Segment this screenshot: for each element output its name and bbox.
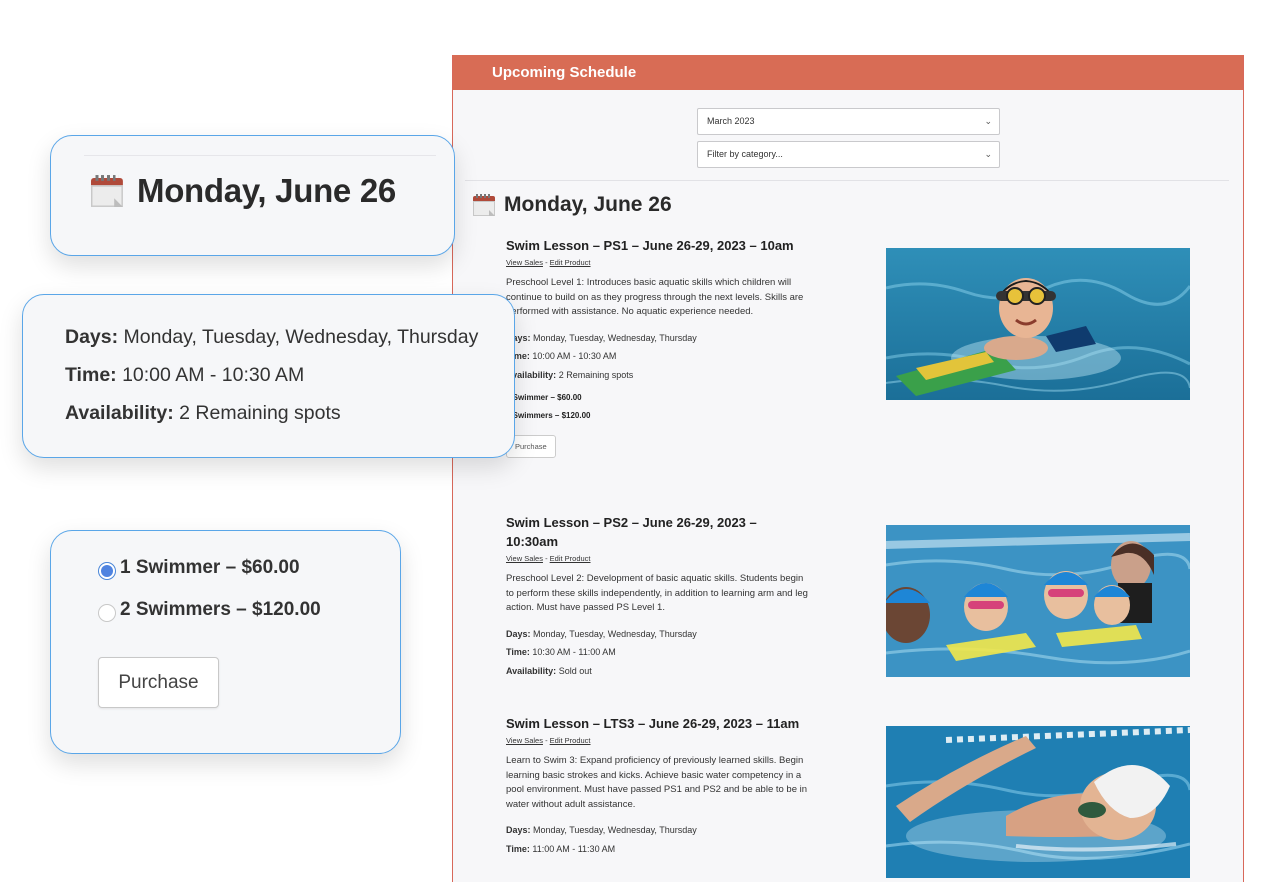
lesson-ps2: Swim Lesson – PS2 – June 26-29, 2023 – 1… [506,513,811,680]
lesson-title: Swim Lesson – PS2 – June 26-29, 2023 – 1… [506,515,757,549]
chevron-down-icon: ⌄ [984,116,992,126]
option-1-swimmer[interactable]: 1 Swimmer – $60.00 [506,389,811,407]
schedule-panel: Upcoming Schedule March 2023 ⌄ Filter by… [452,55,1244,882]
lesson-meta: Days: Monday, Tuesday, Wednesday, Thursd… [506,332,697,380]
purchase-button[interactable]: Purchase [98,657,219,708]
lesson-availability: Sold out [558,665,592,676]
admin-links: View Sales - Edit Product [506,258,591,267]
callout-days: Days: Monday, Tuesday, Wednesday, Thursd… [65,326,479,348]
day-title: Monday, June 26 [504,193,672,216]
callout-time: Time: 10:00 AM - 10:30 AM [65,364,305,386]
lesson-title: Swim Lesson – PS1 – June 26-29, 2023 – 1… [506,238,794,253]
option-1-swimmer[interactable]: 1 Swimmer – $60.00 [98,547,400,589]
edit-product-link[interactable]: Edit Product [550,258,591,267]
date-callout-card: Monday, June 26 [50,135,455,256]
chevron-down-icon: ⌄ [984,149,992,159]
lesson-days: Monday, Tuesday, Wednesday, Thursday [533,332,697,343]
lesson-time: 10:00 AM - 10:30 AM [532,351,617,361]
lesson-description: Preschool Level 1: Introduces basic aqua… [506,277,804,317]
view-sales-link[interactable]: View Sales [506,554,543,563]
info-callout-card: Days: Monday, Tuesday, Wednesday, Thursd… [22,294,515,458]
option-2-swimmers[interactable]: 2 Swimmers – $120.00 [506,407,811,425]
day-heading: Monday, June 26 [473,192,672,218]
radio-unchecked[interactable] [98,604,116,622]
lesson-meta: Days: Monday, Tuesday, Wednesday, Thursd… [506,628,697,676]
panel-header: Upcoming Schedule [453,55,1243,90]
lesson-time: 10:30 AM - 11:00 AM [532,647,616,657]
lesson-photo-ps1 [886,248,1190,400]
month-select[interactable]: March 2023 ⌄ [697,108,1000,135]
lesson-days: Monday, Tuesday, Wednesday, Thursday [533,825,697,835]
radio-checked[interactable] [98,562,116,580]
lesson-availability: 2 Remaining spots [558,369,634,380]
view-sales-link[interactable]: View Sales [506,736,543,745]
edit-product-link[interactable]: Edit Product [550,736,591,745]
lesson-photo-lts3 [886,726,1190,878]
lesson-photo-ps2 [886,525,1190,677]
edit-product-link[interactable]: Edit Product [550,554,591,563]
divider [84,155,436,156]
month-select-value: March 2023 [707,116,755,126]
option-2-swimmers[interactable]: 2 Swimmers – $120.00 [98,589,400,631]
calendar-icon [91,175,123,207]
lesson-meta: Days: Monday, Tuesday, Wednesday, Thursd… [506,825,697,854]
lesson-ps1: Swim Lesson – PS1 – June 26-29, 2023 – 1… [506,236,811,458]
calendar-icon [473,194,495,216]
admin-links: View Sales - Edit Product [506,554,591,563]
callout-day-title: Monday, June 26 [137,172,396,209]
callout-availability: Availability: 2 Remaining spots [65,402,341,424]
lesson-days: Monday, Tuesday, Wednesday, Thursday [533,628,697,639]
purchase-callout-card: 1 Swimmer – $60.00 2 Swimmers – $120.00 … [50,530,401,754]
lesson-time: 11:00 AM - 11:30 AM [532,843,616,854]
admin-links: View Sales - Edit Product [506,736,591,745]
lesson-title: Swim Lesson – LTS3 – June 26-29, 2023 – … [506,716,800,731]
category-select[interactable]: Filter by category... ⌄ [697,141,1000,168]
lesson-description: Preschool Level 2: Development of basic … [506,573,808,613]
view-sales-link[interactable]: View Sales [506,258,543,267]
lesson-description: Learn to Swim 3: Expand proficiency of p… [506,755,808,810]
divider [465,180,1229,181]
category-select-value: Filter by category... [707,149,783,159]
lesson-lts3: Swim Lesson – LTS3 – June 26-29, 2023 – … [506,714,811,858]
